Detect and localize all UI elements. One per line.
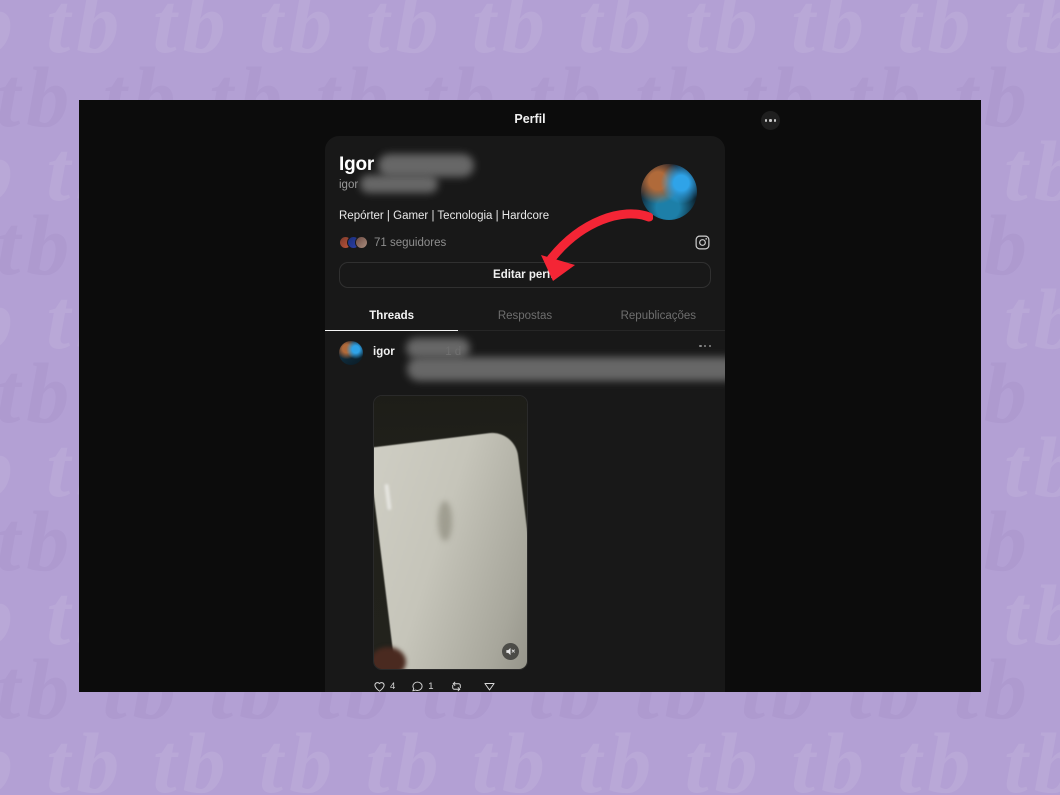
share-icon [484,683,495,691]
post-author-name[interactable]: igor [373,346,395,358]
share-button[interactable] [483,680,500,692]
speaker-muted-icon[interactable] [502,643,519,660]
heart-icon [374,682,385,692]
threads-app-panel: Perfil Igor igor Repórter | Gamer | Tecn… [79,100,981,692]
avatar[interactable] [641,164,697,220]
post-more-icon[interactable] [699,345,711,348]
repost-button[interactable] [450,680,467,692]
followers-count: 71 seguidores [374,236,447,249]
dot [708,345,711,348]
page-title: Perfil [514,112,546,126]
tab-republicacoes[interactable]: Republicações [592,302,725,330]
post-video[interactable] [373,395,528,670]
redaction-blur-post-text [407,357,725,381]
dot [699,345,702,348]
redaction-blur-post-author [406,338,470,358]
dot [704,345,707,348]
post-header: igor 1 d [339,338,725,381]
edit-profile-button[interactable]: Editar perfil [339,262,711,288]
like-button[interactable]: 4 [373,680,395,692]
tab-respostas[interactable]: Respostas [458,302,591,330]
redaction-blur-name [378,154,474,177]
watermark-row: tb tb tb tb tb tb tb tb tb tb tb tb tb t… [0,715,1060,795]
follower-avatars [339,236,368,249]
more-horizontal-icon[interactable] [761,111,780,130]
video-subject [374,429,527,669]
followers-row[interactable]: 71 seguidores [339,234,711,251]
dot [765,119,768,122]
follower-avatar [355,236,368,249]
post-item: igor 1 d [325,331,725,692]
name-row: Igor igor [339,154,711,220]
post-actions: 4 1 [373,680,711,692]
comment-icon [412,681,423,692]
tab-threads[interactable]: Threads [325,302,459,331]
comment-button[interactable]: 1 [411,680,434,692]
redaction-blur-username [360,175,438,193]
dot [773,119,776,122]
post-author-avatar[interactable] [339,341,363,365]
comment-count: 1 [428,681,434,692]
like-count: 4 [390,681,396,692]
dot [769,119,772,122]
video-shadow [438,501,452,541]
profile-header: Igor igor Repórter | Gamer | Tecnologia … [325,136,725,288]
post-meta: igor 1 d [373,338,725,381]
profile-tabs: Threads Respostas Republicações [325,302,725,331]
profile-card: Igor igor Repórter | Gamer | Tecnologia … [325,136,725,692]
instagram-icon[interactable] [694,234,711,251]
repost-icon [451,681,461,692]
